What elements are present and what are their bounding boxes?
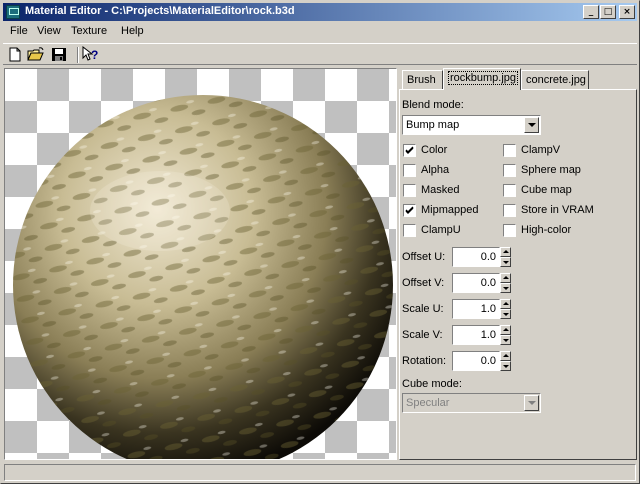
offset-u-input[interactable]: 0.0 <box>452 247 500 267</box>
spin-up-icon[interactable] <box>500 299 511 309</box>
spin-up-icon[interactable] <box>500 273 511 283</box>
spin-up-icon[interactable] <box>500 351 511 361</box>
checkbox-label: Masked <box>421 184 460 196</box>
status-bar <box>4 464 636 481</box>
tab-rockbump-label: rockbump.jpg <box>448 71 519 85</box>
title-bar[interactable]: Material Editor - C:\Projects\MaterialEd… <box>3 3 637 21</box>
spin-down-icon[interactable] <box>500 283 511 293</box>
rotation-input[interactable]: 0.0 <box>452 351 500 371</box>
minimize-button[interactable]: _ <box>583 5 599 19</box>
checkbox-box[interactable] <box>403 164 416 177</box>
preview-viewport[interactable] <box>4 68 397 460</box>
checkbox-box[interactable] <box>403 184 416 197</box>
tab-brush[interactable]: Brush <box>402 70 443 90</box>
checkbox-label: Color <box>421 144 448 156</box>
toolbar-separator <box>77 47 79 63</box>
chevron-down-icon <box>524 395 539 411</box>
checkbox-label: ClampV <box>521 144 561 156</box>
cube-mode-select: Specular <box>402 393 541 413</box>
texture-properties-panel: Brush rockbump.jpg concrete.jpg Blend mo… <box>399 68 637 460</box>
checkbox-box[interactable] <box>503 204 516 217</box>
checkbox-label: Alpha <box>421 164 450 176</box>
save-disk-icon[interactable] <box>50 46 68 63</box>
menu-view[interactable]: View <box>37 25 61 37</box>
checkbox-box[interactable] <box>503 144 516 157</box>
context-help-icon[interactable]: ? <box>82 45 100 63</box>
scale-u-spinner[interactable]: 1.0 <box>452 299 511 319</box>
new-document-icon[interactable] <box>6 46 24 63</box>
tab-concrete-label: concrete.jpg <box>526 74 586 86</box>
spin-down-icon[interactable] <box>500 257 511 267</box>
offset-u-label: Offset U: <box>402 251 446 263</box>
offset-v-label: Offset V: <box>402 277 445 289</box>
spin-up-icon[interactable] <box>500 247 511 257</box>
scale-u-label: Scale U: <box>402 303 444 315</box>
rotation-spinner[interactable]: 0.0 <box>452 351 511 371</box>
menu-file[interactable]: File <box>10 25 28 37</box>
spin-down-icon[interactable] <box>500 309 511 319</box>
checkbox-box[interactable] <box>503 184 516 197</box>
checkbox-label: Cube map <box>521 184 572 196</box>
chevron-down-icon[interactable] <box>524 117 539 133</box>
rotation-label: Rotation: <box>402 355 447 367</box>
checkbox-label: Sphere map <box>521 164 581 176</box>
checkbox-box[interactable] <box>403 144 416 157</box>
toolbar: ? <box>3 43 637 65</box>
scale-v-spinner[interactable]: 1.0 <box>452 325 511 345</box>
checkbox-label: ClampU <box>421 224 461 236</box>
checkbox-label: Store in VRAM <box>521 204 594 216</box>
app-icon[interactable] <box>6 5 20 19</box>
window-title: Material Editor - C:\Projects\MaterialEd… <box>25 5 295 17</box>
offset-v-input[interactable]: 0.0 <box>452 273 500 293</box>
svg-text:?: ? <box>91 48 98 62</box>
checkbox-box[interactable] <box>403 224 416 237</box>
checkbox-label: Mipmapped <box>421 204 479 216</box>
checkbox-box[interactable] <box>403 204 416 217</box>
menu-help[interactable]: Help <box>121 25 144 37</box>
menu-bar: File View Texture Help <box>3 23 637 41</box>
cube-mode-label: Cube mode: <box>402 378 462 390</box>
checkbox-label: High-color <box>521 224 572 236</box>
material-editor-window: Material Editor - C:\Projects\MaterialEd… <box>0 0 640 484</box>
blend-mode-select[interactable]: Bump map <box>402 115 541 135</box>
spin-down-icon[interactable] <box>500 335 511 345</box>
open-folder-icon[interactable] <box>27 46 45 63</box>
offset-v-spinner[interactable]: 0.0 <box>452 273 511 293</box>
cube-mode-value: Specular <box>406 397 450 409</box>
blend-mode-value: Bump map <box>406 119 460 131</box>
spin-up-icon[interactable] <box>500 325 511 335</box>
tab-brush-label: Brush <box>407 74 436 86</box>
checkbox-box[interactable] <box>503 224 516 237</box>
menu-texture[interactable]: Texture <box>71 25 107 37</box>
offset-u-spinner[interactable]: 0.0 <box>452 247 511 267</box>
checkbox-box[interactable] <box>503 164 516 177</box>
blend-mode-label: Blend mode: <box>402 99 464 111</box>
tab-concrete[interactable]: concrete.jpg <box>521 70 589 90</box>
close-button[interactable]: × <box>619 5 635 19</box>
scale-u-input[interactable]: 1.0 <box>452 299 500 319</box>
spin-down-icon[interactable] <box>500 361 511 371</box>
maximize-button[interactable]: □ <box>600 5 616 19</box>
rock-sphere-preview <box>13 95 393 459</box>
scale-v-label: Scale V: <box>402 329 443 341</box>
tab-rockbump[interactable]: rockbump.jpg <box>443 68 521 90</box>
tab-page: Blend mode: Bump map Color Alpha Masked … <box>399 89 637 460</box>
scale-v-input[interactable]: 1.0 <box>452 325 500 345</box>
